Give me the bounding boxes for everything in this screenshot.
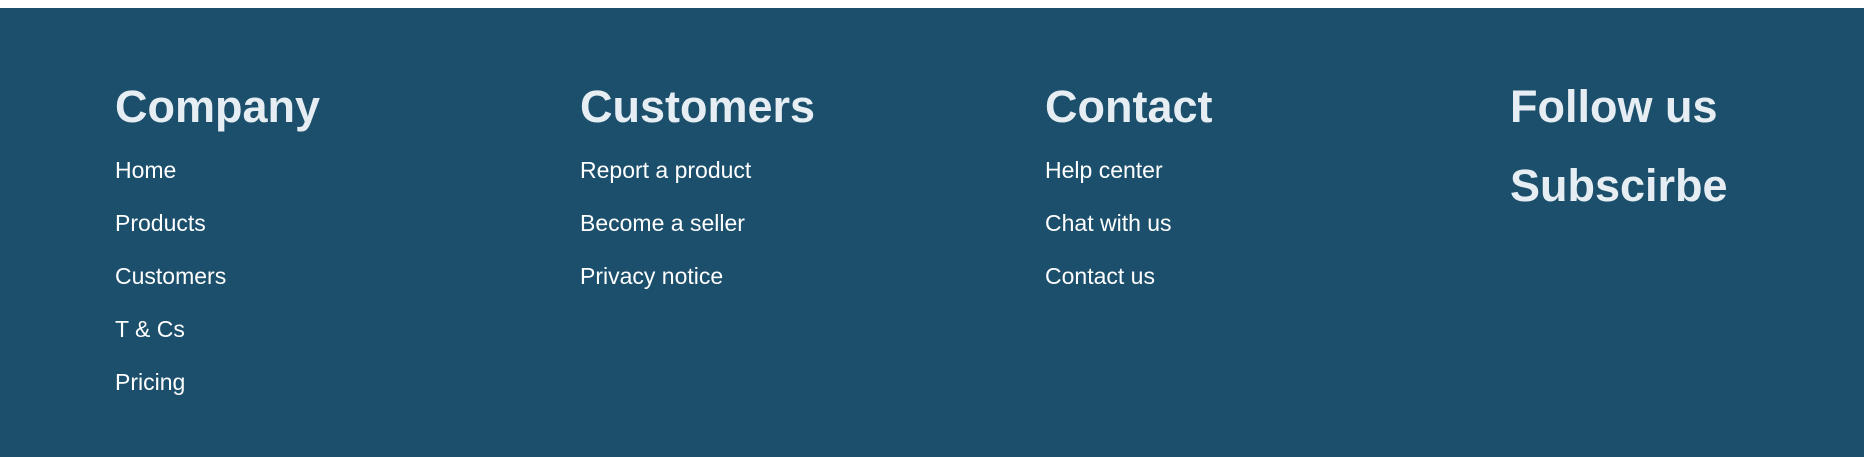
footer-column-follow: Follow us Subscirbe: [1510, 74, 1728, 208]
footer-link-privacy-notice[interactable]: Privacy notice: [580, 263, 723, 289]
footer-link-pricing[interactable]: Pricing: [115, 369, 185, 395]
footer-link-home[interactable]: Home: [115, 157, 176, 183]
footer-link-item: Pricing: [115, 369, 320, 396]
footer-links-contact: Help center Chat with us Contact us: [1045, 157, 1213, 290]
footer-link-item: Home: [115, 157, 320, 184]
footer-heading-contact: Contact: [1045, 81, 1213, 132]
footer-link-customers[interactable]: Customers: [115, 263, 226, 289]
footer-link-report-product[interactable]: Report a product: [580, 157, 751, 183]
footer-heading-follow-us: Follow us: [1510, 81, 1718, 132]
footer-link-item: Report a product: [580, 157, 815, 184]
footer-column-customers: Customers Report a product Become a sell…: [580, 74, 815, 316]
footer-link-item: Help center: [1045, 157, 1213, 184]
footer-link-item: Privacy notice: [580, 263, 815, 290]
footer-heading-subscribe: Subscirbe: [1510, 160, 1728, 211]
footer-link-item: Become a seller: [580, 210, 815, 237]
site-footer: Company Home Products Customers T & Cs P…: [0, 8, 1864, 457]
footer-link-help-center[interactable]: Help center: [1045, 157, 1163, 183]
footer-column-company: Company Home Products Customers T & Cs P…: [115, 74, 320, 422]
footer-link-products[interactable]: Products: [115, 210, 206, 236]
footer-link-become-seller[interactable]: Become a seller: [580, 210, 745, 236]
footer-link-terms[interactable]: T & Cs: [115, 316, 185, 342]
footer-link-item: Customers: [115, 263, 320, 290]
footer-link-item: Chat with us: [1045, 210, 1213, 237]
footer-links-company: Home Products Customers T & Cs Pricing: [115, 157, 320, 396]
footer-link-chat-with-us[interactable]: Chat with us: [1045, 210, 1172, 236]
footer-link-item: T & Cs: [115, 316, 320, 343]
footer-heading-company: Company: [115, 81, 321, 132]
footer-links-customers: Report a product Become a seller Privacy…: [580, 157, 815, 290]
footer-heading-customers: Customers: [580, 81, 816, 132]
footer-link-item: Contact us: [1045, 263, 1213, 290]
footer-link-item: Products: [115, 210, 320, 237]
footer-column-contact: Contact Help center Chat with us Contact…: [1045, 74, 1213, 316]
footer-link-contact-us[interactable]: Contact us: [1045, 263, 1155, 289]
